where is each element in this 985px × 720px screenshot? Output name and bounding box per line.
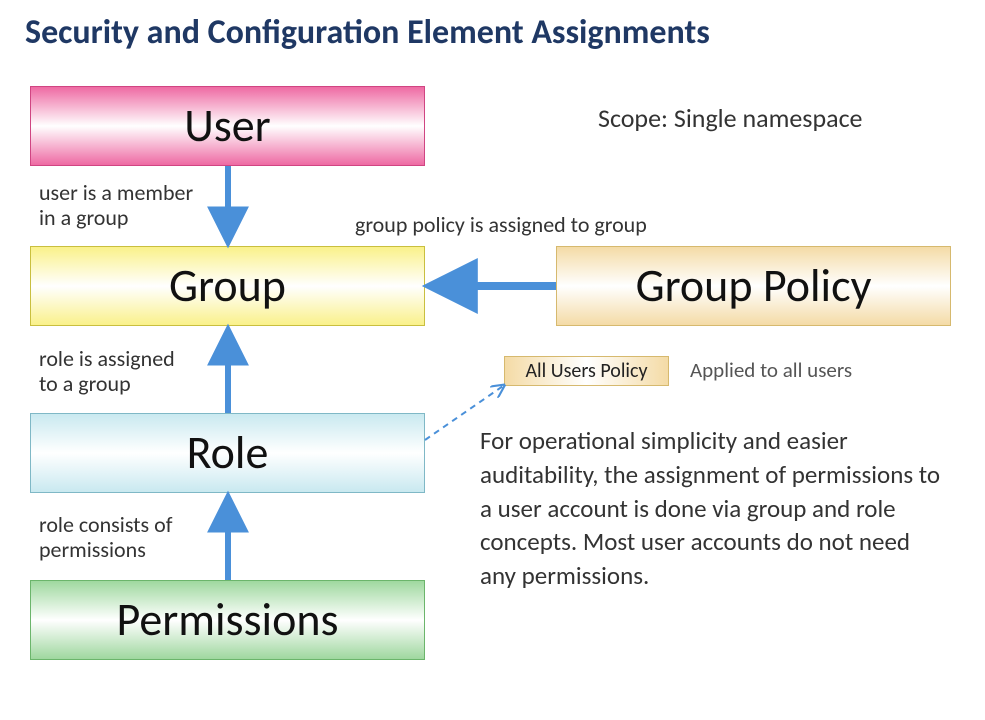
label-gpol-to-group: group policy is assigned to group — [355, 212, 647, 237]
page-title: Security and Configuration Element Assig… — [25, 12, 710, 53]
box-user-label: User — [184, 98, 270, 154]
box-group: Group — [30, 246, 425, 326]
box-group-label: Group — [169, 258, 286, 314]
description-text: For operational simplicity and easier au… — [480, 424, 950, 593]
label-role-to-group: role is assigned to a group — [39, 346, 175, 397]
box-all-users-policy: All Users Policy — [504, 356, 669, 386]
label-aup-applied: Applied to all users — [690, 358, 852, 382]
box-group-policy: Group Policy — [556, 246, 951, 326]
box-permissions: Permissions — [30, 580, 425, 660]
box-role-label: Role — [187, 425, 269, 481]
label-perm-to-role: role consists of permissions — [39, 512, 172, 563]
box-group-policy-label: Group Policy — [636, 258, 872, 314]
box-user: User — [30, 86, 425, 166]
box-role: Role — [30, 413, 425, 493]
box-all-users-policy-label: All Users Policy — [525, 359, 647, 383]
label-user-to-group: user is a member in a group — [39, 180, 193, 231]
scope-label: Scope: Single namespace — [598, 102, 863, 134]
box-permissions-label: Permissions — [116, 592, 338, 648]
